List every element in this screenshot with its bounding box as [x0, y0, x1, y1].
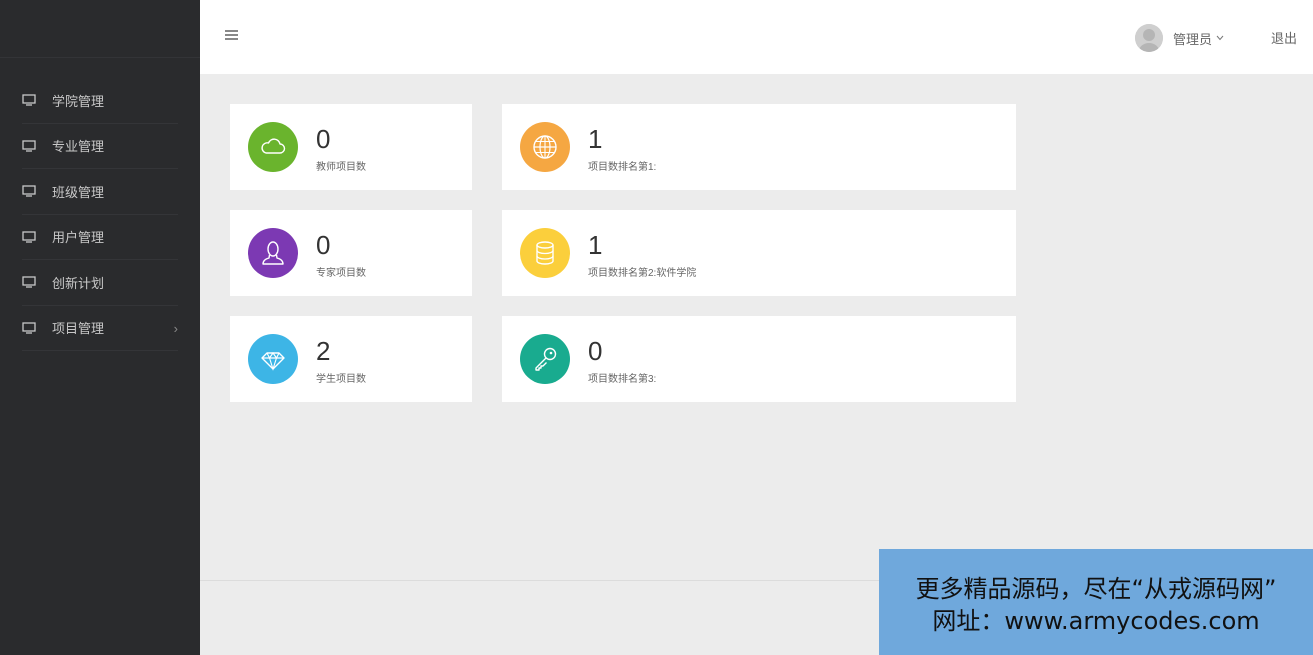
person-icon [262, 241, 284, 265]
stat-card-icon-circle [248, 228, 298, 278]
stat-card-rank-1: 1 项目数排名第1: [502, 104, 1016, 190]
monitor-icon [22, 94, 36, 106]
user-menu[interactable]: 管理员 [1135, 24, 1224, 52]
sidebar-item-label: 用户管理 [52, 230, 105, 246]
sidebar-item-label: 创新计划 [52, 275, 105, 291]
stat-label: 项目数排名第3: [588, 374, 657, 385]
logout-link[interactable]: 退出 [1271, 28, 1297, 47]
stat-label: 专家项目数 [316, 268, 366, 279]
chevron-right-icon: › [173, 320, 178, 336]
stat-label: 项目数排名第2:软件学院 [588, 268, 697, 279]
key-icon [535, 347, 557, 371]
stat-card-icon-circle [520, 122, 570, 172]
stat-card-icon-circle [248, 122, 298, 172]
database-icon [536, 241, 554, 265]
hamburger-icon[interactable] [225, 28, 239, 42]
stat-value: 2 [316, 336, 331, 366]
user-avatar-icon [1135, 24, 1163, 52]
stat-card-rank-2: 1 项目数排名第2:软件学院 [502, 210, 1016, 296]
sidebar-menu: 学院管理 专业管理 班级管理 用户管理 创新计划 项目管理 › [0, 78, 200, 351]
sidebar: 学院管理 专业管理 班级管理 用户管理 创新计划 项目管理 › [0, 0, 200, 655]
watermark-banner: 更多精品源码，尽在“从戎源码网” 网址：www.armycodes.com [879, 549, 1313, 655]
stat-card-icon-circle [520, 228, 570, 278]
monitor-icon [22, 276, 36, 288]
sidebar-item-college[interactable]: 学院管理 [22, 78, 178, 124]
sidebar-item-class[interactable]: 班级管理 [22, 169, 178, 215]
stat-card-icon-circle [248, 334, 298, 384]
monitor-icon [22, 185, 36, 197]
stat-card-teacher-projects: 0 教师项目数 [230, 104, 472, 190]
globe-icon [533, 135, 557, 159]
stat-card-icon-circle [520, 334, 570, 384]
stat-value: 0 [588, 336, 603, 366]
top-header: 管理员 退出 [200, 0, 1313, 74]
sidebar-item-label: 专业管理 [52, 139, 105, 155]
sidebar-item-projects[interactable]: 项目管理 › [22, 306, 178, 351]
stat-value: 0 [316, 230, 331, 260]
sidebar-item-label: 项目管理 [52, 321, 105, 337]
stat-card-rank-3: 0 项目数排名第3: [502, 316, 1016, 402]
watermark-line-2: 网址：www.armycodes.com [932, 607, 1260, 635]
sidebar-item-users[interactable]: 用户管理 [22, 215, 178, 260]
sidebar-item-label: 学院管理 [52, 93, 105, 109]
monitor-icon [22, 322, 36, 334]
sidebar-item-major[interactable]: 专业管理 [22, 124, 178, 169]
chevron-down-icon [1216, 35, 1224, 41]
stat-value: 1 [588, 230, 603, 260]
sidebar-logo-area [0, 0, 200, 58]
stat-card-expert-projects: 0 专家项目数 [230, 210, 472, 296]
avatar [1135, 24, 1163, 52]
monitor-icon [22, 140, 36, 152]
sidebar-item-innovation-plan[interactable]: 创新计划 [22, 260, 178, 306]
stat-value: 0 [316, 124, 331, 154]
stat-label: 项目数排名第1: [588, 162, 657, 173]
stat-label: 学生项目数 [316, 374, 366, 385]
diamond-icon [261, 352, 285, 371]
watermark-line-1: 更多精品源码，尽在“从戎源码网” [915, 575, 1277, 603]
stat-label: 教师项目数 [316, 162, 366, 173]
stat-card-student-projects: 2 学生项目数 [230, 316, 472, 402]
monitor-icon [22, 231, 36, 243]
stat-value: 1 [588, 124, 603, 154]
cloud-icon [261, 138, 286, 154]
user-name: 管理员 [1173, 31, 1213, 47]
sidebar-item-label: 班级管理 [52, 184, 105, 200]
